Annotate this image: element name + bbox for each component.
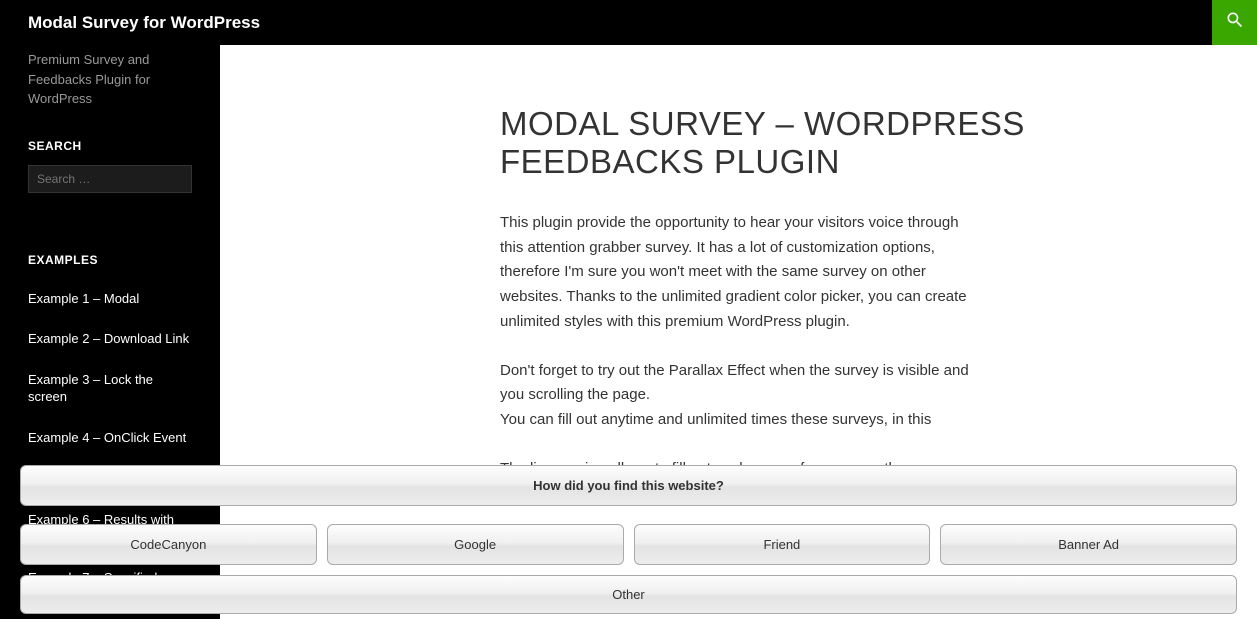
- examples-heading: EXAMPLES: [0, 243, 220, 279]
- survey-options-row: CodeCanyon Google Friend Banner Ad: [20, 524, 1237, 565]
- search-heading: SEARCH: [0, 129, 220, 165]
- survey-question: How did you find this website?: [20, 465, 1237, 506]
- page-title: MODAL SURVEY – WORDPRESS FEEDBACKS PLUGI…: [500, 105, 1177, 181]
- survey-overlay: How did you find this website? CodeCanyo…: [20, 465, 1237, 619]
- header: Modal Survey for WordPress: [0, 0, 1257, 45]
- sidebar-item-example-2[interactable]: Example 2 – Download Link: [28, 319, 192, 360]
- search-input[interactable]: [28, 165, 192, 193]
- search-icon: [1225, 10, 1245, 35]
- survey-option-other[interactable]: Other: [20, 575, 1237, 614]
- sidebar-item-example-4[interactable]: Example 4 – OnClick Event: [28, 418, 192, 459]
- tagline: Premium Survey and Feedbacks Plugin for …: [0, 45, 220, 129]
- paragraph-1: This plugin provide the opportunity to h…: [500, 211, 980, 335]
- paragraph-2: Don't forget to try out the Parallax Eff…: [500, 359, 980, 409]
- survey-option-google[interactable]: Google: [327, 524, 624, 565]
- sidebar-item-example-1[interactable]: Example 1 – Modal: [28, 279, 192, 320]
- search-toggle-button[interactable]: [1212, 0, 1257, 45]
- survey-option-friend[interactable]: Friend: [634, 524, 931, 565]
- site-title[interactable]: Modal Survey for WordPress: [0, 13, 260, 33]
- paragraph-3: You can fill out anytime and unlimited t…: [500, 408, 980, 433]
- survey-option-codecanyon[interactable]: CodeCanyon: [20, 524, 317, 565]
- survey-option-bannerad[interactable]: Banner Ad: [940, 524, 1237, 565]
- sidebar-item-example-3[interactable]: Example 3 – Lock the screen: [28, 360, 192, 418]
